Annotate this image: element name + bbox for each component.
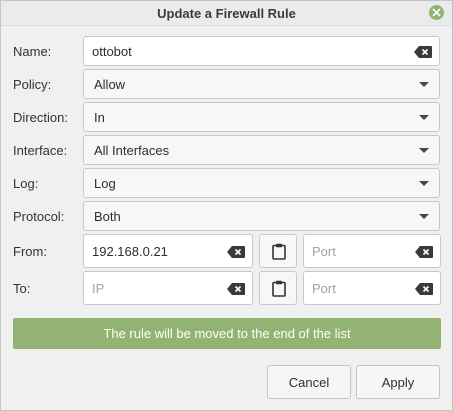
- policy-value: Allow: [94, 77, 126, 92]
- policy-dropdown[interactable]: Allow: [83, 69, 440, 99]
- apply-button-label: Apply: [381, 375, 415, 390]
- interface-label: Interface:: [13, 143, 68, 158]
- backspace-clear-icon[interactable]: [227, 283, 245, 295]
- log-label: Log:: [13, 176, 39, 191]
- close-icon[interactable]: [429, 5, 444, 20]
- backspace-clear-icon[interactable]: [414, 46, 432, 58]
- protocol-dropdown[interactable]: Both: [83, 201, 440, 231]
- direction-value: In: [94, 110, 105, 125]
- from-ip-field[interactable]: [83, 234, 253, 268]
- name-input[interactable]: [92, 42, 405, 60]
- backspace-clear-icon[interactable]: [415, 246, 433, 258]
- to-ip-field[interactable]: [83, 271, 253, 305]
- backspace-clear-icon[interactable]: [415, 283, 433, 295]
- policy-label: Policy:: [13, 77, 52, 92]
- apply-button[interactable]: Apply: [356, 365, 440, 399]
- from-paste-button[interactable]: [259, 234, 297, 268]
- log-value: Log: [94, 176, 116, 191]
- firewall-rule-dialog: Update a Firewall Rule Name: Policy: All…: [0, 0, 453, 411]
- from-port-input[interactable]: [312, 242, 406, 260]
- to-label: To:: [13, 281, 31, 296]
- name-label: Name:: [13, 44, 52, 59]
- titlebar: Update a Firewall Rule: [1, 1, 452, 26]
- chevron-down-icon: [419, 148, 429, 153]
- to-port-field[interactable]: [303, 271, 441, 305]
- protocol-label: Protocol:: [13, 209, 65, 224]
- backspace-clear-icon[interactable]: [227, 246, 245, 258]
- to-paste-button[interactable]: [259, 271, 297, 305]
- from-port-field[interactable]: [303, 234, 441, 268]
- chevron-down-icon: [419, 181, 429, 186]
- banner-text: The rule will be moved to the end of the…: [103, 326, 351, 341]
- from-ip-input[interactable]: [92, 242, 218, 260]
- log-dropdown[interactable]: Log: [83, 168, 440, 198]
- from-label: From:: [13, 244, 47, 259]
- chevron-down-icon: [419, 214, 429, 219]
- protocol-value: Both: [94, 209, 121, 224]
- chevron-down-icon: [419, 82, 429, 87]
- interface-dropdown[interactable]: All Interfaces: [83, 135, 440, 165]
- info-banner: The rule will be moved to the end of the…: [13, 318, 441, 349]
- direction-dropdown[interactable]: In: [83, 102, 440, 132]
- cancel-button-label: Cancel: [288, 375, 330, 390]
- interface-value: All Interfaces: [94, 143, 170, 158]
- cancel-button[interactable]: Cancel: [267, 365, 351, 399]
- direction-label: Direction:: [13, 110, 68, 125]
- window-title: Update a Firewall Rule: [157, 6, 296, 21]
- clipboard-paste-icon: [272, 280, 286, 297]
- clipboard-paste-icon: [272, 243, 286, 260]
- to-ip-input[interactable]: [92, 279, 218, 297]
- chevron-down-icon: [419, 115, 429, 120]
- name-field[interactable]: [83, 36, 440, 66]
- to-port-input[interactable]: [312, 279, 406, 297]
